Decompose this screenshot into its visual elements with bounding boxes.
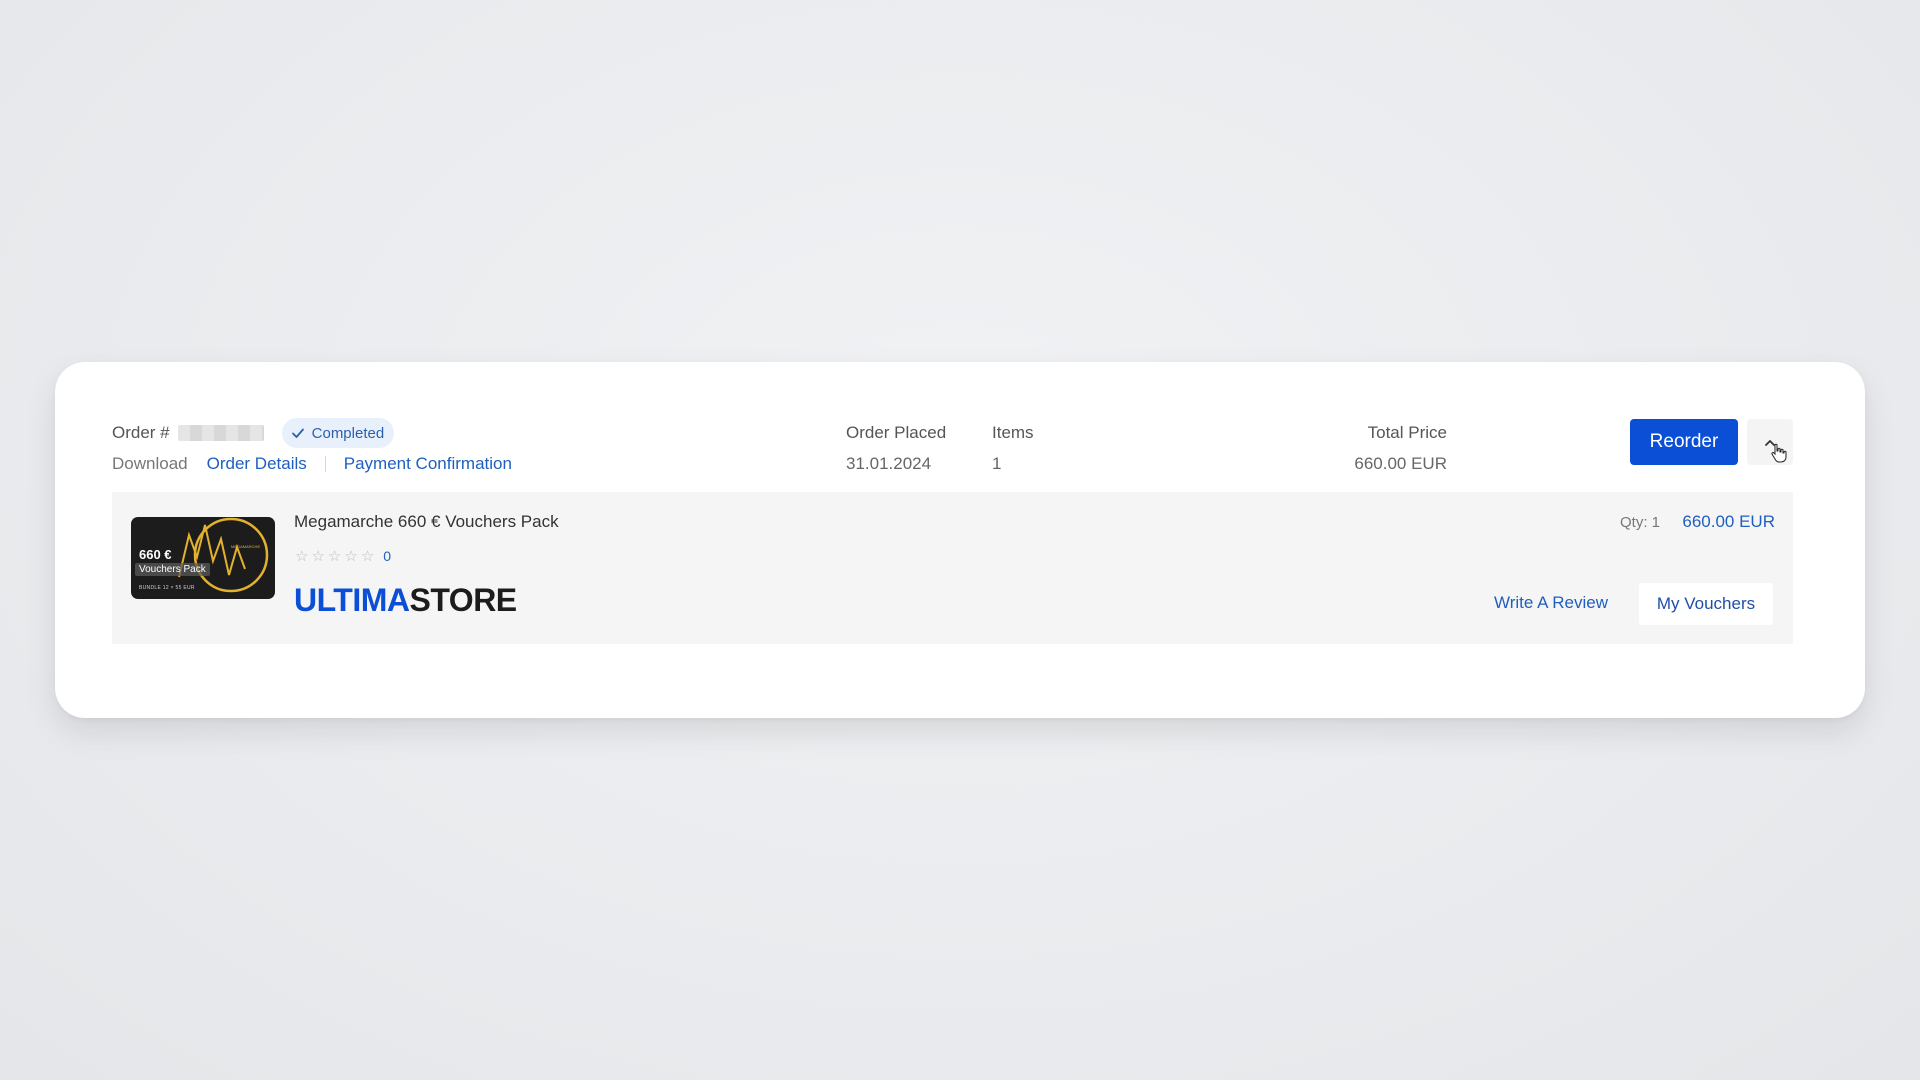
hand-cursor-icon (1771, 443, 1787, 463)
order-header: Order # Completed Download Order Details… (112, 418, 1792, 478)
order-number-line: Order # Completed (112, 418, 395, 448)
review-count[interactable]: 0 (383, 548, 391, 564)
thumbnail-subtitle: Vouchers Pack (135, 563, 210, 576)
thumbnail-bundle: BUNDLE 12 × 55 EUR (139, 585, 195, 591)
collapse-toggle-button[interactable] (1747, 419, 1793, 465)
star-icon[interactable]: ☆ (361, 548, 374, 564)
check-icon (291, 428, 304, 438)
chevron-up-icon (1765, 440, 1787, 463)
reorder-button[interactable]: Reorder (1630, 419, 1738, 465)
items-label: Items (992, 423, 1034, 442)
item-quantity: Qty: 1 (1619, 514, 1660, 531)
star-icon[interactable]: ☆ (344, 548, 357, 564)
items-column: Items 1 (992, 418, 1034, 476)
link-divider (324, 456, 326, 472)
product-name[interactable]: Megamarche 660 € Vouchers Pack (294, 512, 559, 532)
star-icon[interactable]: ☆ (328, 548, 341, 564)
star-icon[interactable]: ☆ (311, 548, 324, 564)
thumbnail-amount: 660 € (139, 547, 172, 562)
order-card: Order # Completed Download Order Details… (55, 362, 1865, 718)
thumbnail-brand: MEGAMARCHE (231, 544, 261, 549)
product-thumbnail[interactable]: MEGAMARCHE 660 € Vouchers Pack BUNDLE 12… (131, 517, 275, 599)
total-price-label: Total Price (1367, 423, 1447, 442)
order-placed-label: Order Placed (846, 423, 947, 442)
status-badge: Completed (281, 418, 395, 448)
status-badge-label: Completed (311, 424, 385, 442)
order-details-link[interactable]: Order Details (207, 454, 307, 474)
order-placed-value: 31.01.2024 (846, 454, 932, 473)
total-price-column: Total Price 660.00 EUR (1354, 418, 1447, 476)
item-price: 660.00 EUR (1682, 512, 1775, 531)
order-number-label: Order # (112, 423, 170, 442)
store-logo-part1: ULTIMA (294, 582, 410, 618)
download-link[interactable]: Download (112, 454, 188, 474)
store-logo-part2: STORE (409, 582, 517, 618)
order-placed-column: Order Placed 31.01.2024 (846, 418, 946, 476)
items-value: 1 (992, 454, 1002, 473)
star-rating[interactable]: ☆ ☆ ☆ ☆ ☆ 0 (295, 548, 391, 564)
order-links: Download Order Details Payment Confirmat… (112, 452, 512, 476)
total-price-value: 660.00 EUR (1354, 454, 1447, 473)
order-item-row: MEGAMARCHE 660 € Vouchers Pack BUNDLE 12… (112, 492, 1793, 644)
payment-confirmation-link[interactable]: Payment Confirmation (344, 454, 512, 474)
my-vouchers-button[interactable]: My Vouchers (1639, 583, 1773, 625)
star-icon[interactable]: ☆ (295, 548, 308, 564)
store-logo: ULTIMASTORE (294, 584, 517, 616)
write-review-link[interactable]: Write A Review (1494, 593, 1608, 613)
order-number-redacted (177, 425, 264, 441)
